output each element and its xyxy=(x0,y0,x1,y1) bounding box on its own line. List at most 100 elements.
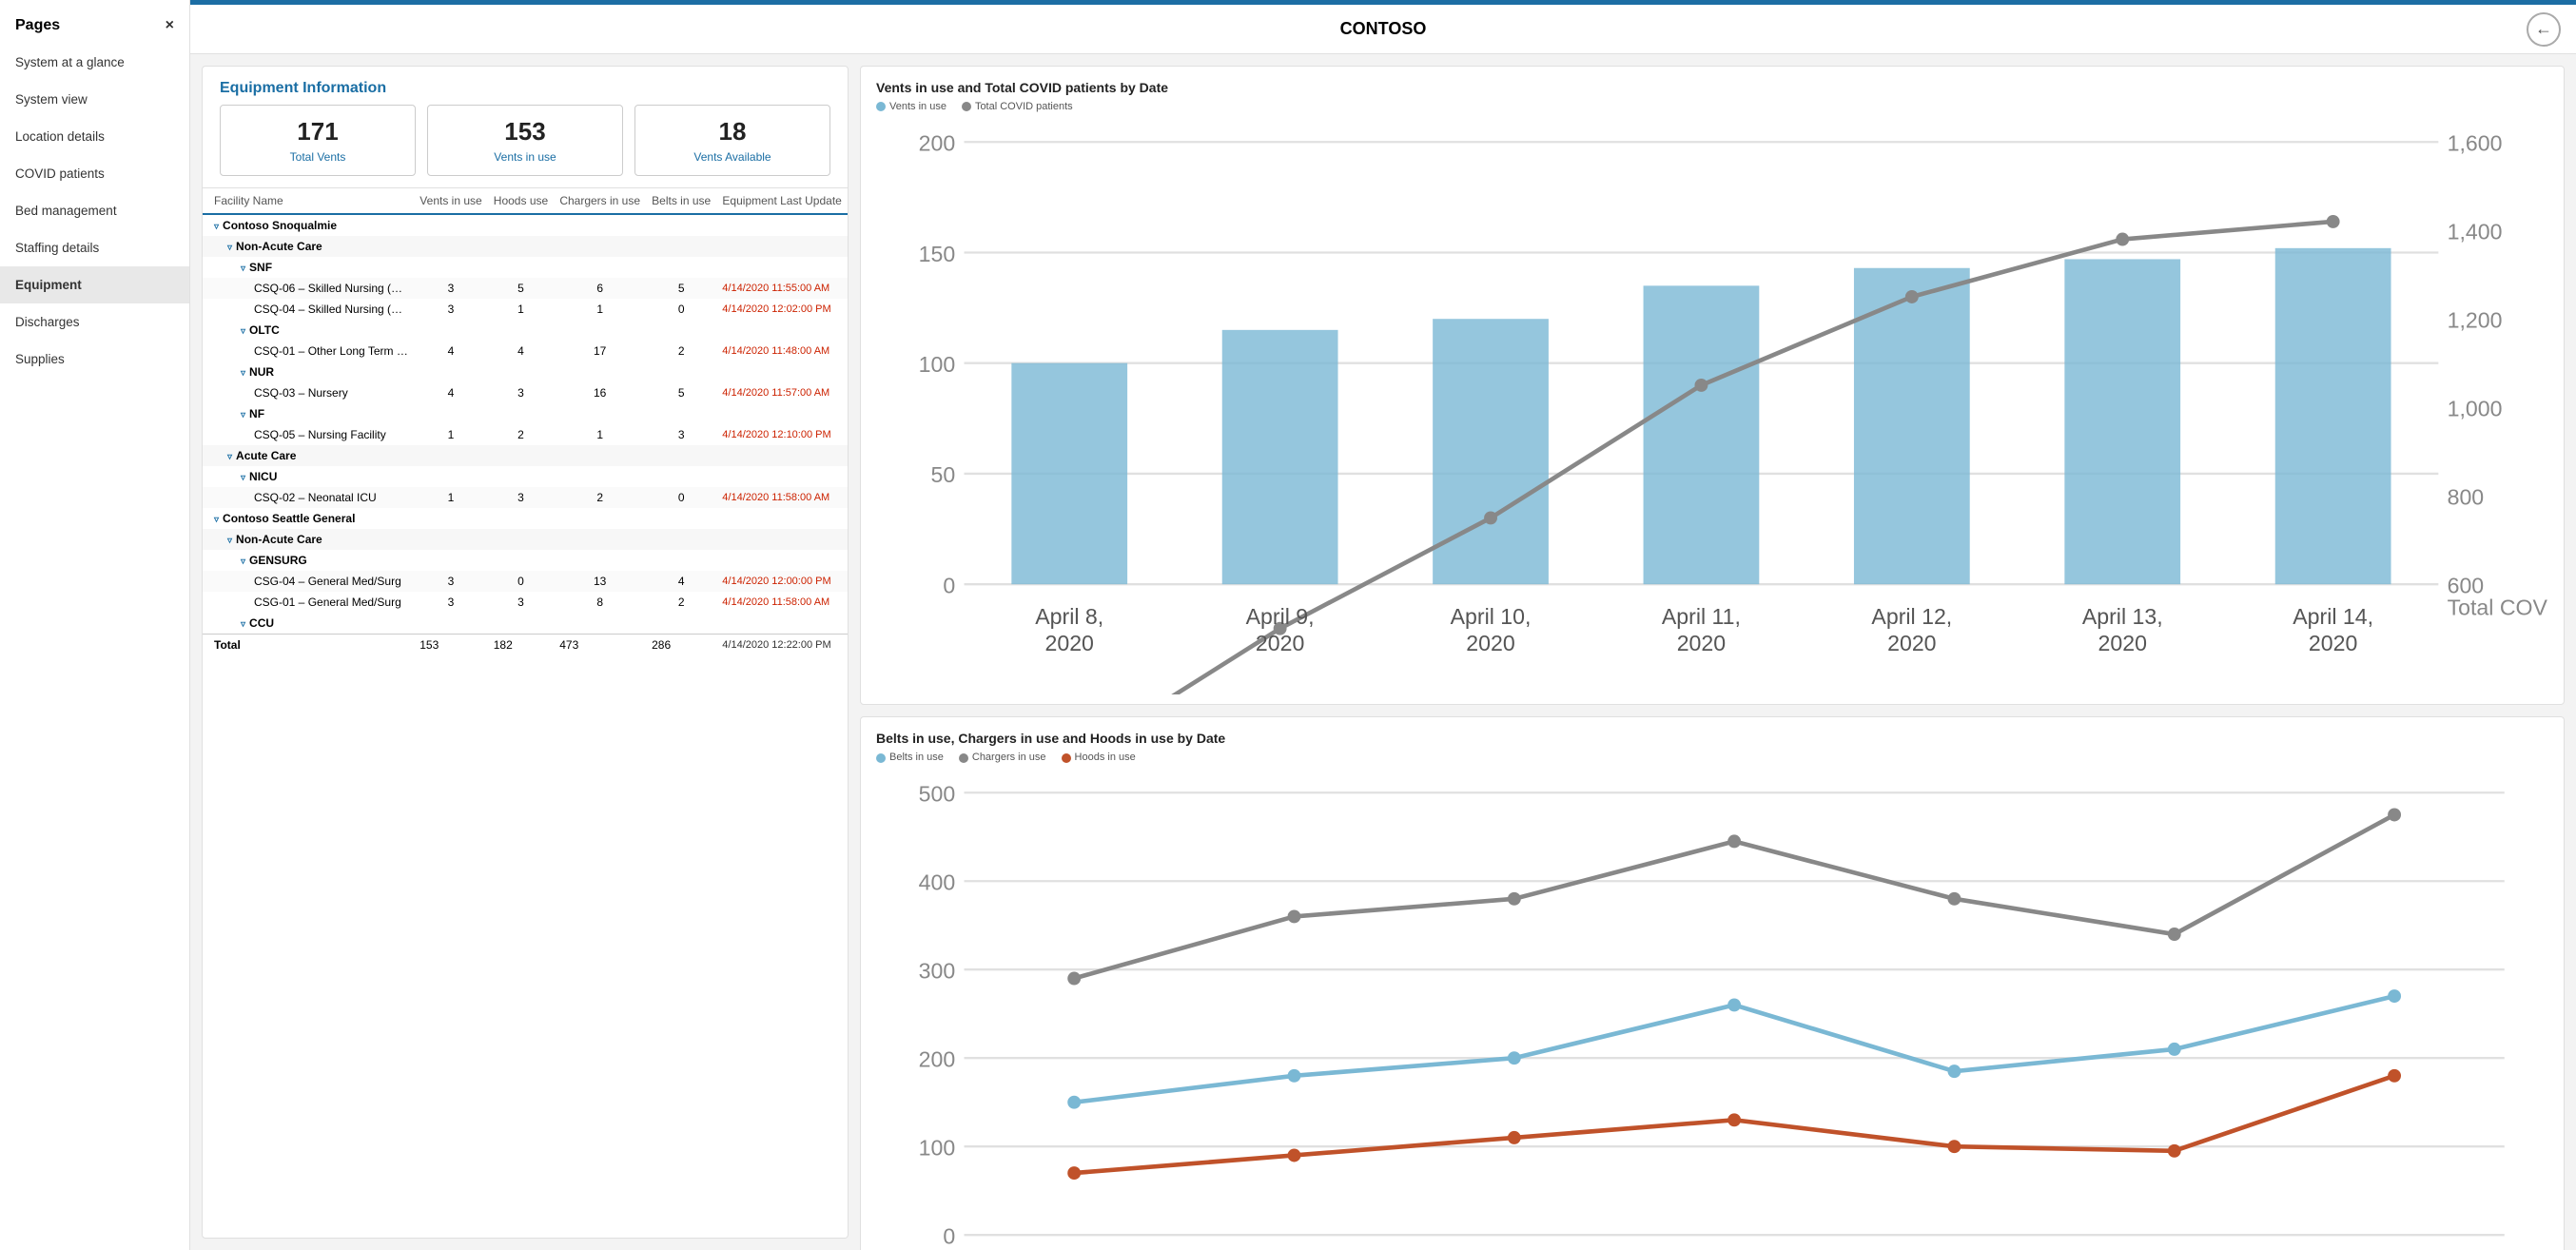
svg-text:2020: 2020 xyxy=(1045,631,1094,655)
table-row: ▿SNF xyxy=(203,257,848,278)
table-row: CSQ-03 – Nursery 4 3 16 5 4/14/2020 11:5… xyxy=(203,382,848,403)
expand-icon[interactable]: ▿ xyxy=(241,473,245,483)
sidebar-close-button[interactable]: × xyxy=(166,17,174,34)
expand-icon[interactable]: ▿ xyxy=(241,368,245,379)
table-header: Chargers in use xyxy=(554,188,646,214)
table-header: Belts in use xyxy=(646,188,716,214)
chart2-legend: Belts in use Chargers in use Hoods in use xyxy=(876,752,2548,763)
table-row: CSG-04 – General Med/Surg 3 0 13 4 4/14/… xyxy=(203,571,848,592)
back-button[interactable]: ← xyxy=(2527,12,2561,47)
sidebar-item[interactable]: COVID patients xyxy=(0,155,189,192)
content-area: Equipment Information 171Total Vents153V… xyxy=(190,54,2576,1250)
table-header: Vents in use xyxy=(414,188,488,214)
sidebar-title: Pages xyxy=(15,17,60,34)
kpi-box: 18 Vents Available xyxy=(634,105,830,176)
equipment-panel: Equipment Information 171Total Vents153V… xyxy=(202,66,849,1239)
table-row: ▿OLTC xyxy=(203,320,848,341)
table-header: Hoods use xyxy=(488,188,554,214)
svg-text:800: 800 xyxy=(2448,484,2485,509)
expand-icon[interactable]: ▿ xyxy=(214,515,219,525)
svg-text:April 9,: April 9, xyxy=(1246,604,1315,629)
expand-icon[interactable]: ▿ xyxy=(227,452,232,462)
expand-icon[interactable]: ▿ xyxy=(241,264,245,274)
expand-icon[interactable]: ▿ xyxy=(241,326,245,337)
svg-text:100: 100 xyxy=(919,352,956,377)
kpi-row: 171 Total Vents 153Vents in use 18 Vents Ava… xyxy=(203,105,848,187)
charts-panel: Vents in use and Total COVID patients by… xyxy=(860,66,2565,1239)
svg-text:200: 200 xyxy=(919,130,956,155)
expand-icon[interactable]: ▿ xyxy=(241,557,245,567)
expand-icon[interactable]: ▿ xyxy=(227,536,232,546)
main-panel: CONTOSO ← Equipment Information 171 Total… xyxy=(190,0,2576,1250)
svg-text:1,200: 1,200 xyxy=(2448,307,2503,332)
equipment-table-container[interactable]: Facility NameVents in useHoods useCharge… xyxy=(203,187,848,1238)
svg-text:2020: 2020 xyxy=(1466,631,1514,655)
sidebar-item[interactable]: Supplies xyxy=(0,341,189,378)
kpi-label: Total Vents xyxy=(228,150,407,164)
legend-item: Belts in use xyxy=(876,752,944,763)
sidebar-item[interactable]: System at a glance xyxy=(0,44,189,81)
table-header: Facility Name xyxy=(203,188,414,214)
svg-text:600: 600 xyxy=(2448,573,2485,597)
table-row: ▿GENSURG xyxy=(203,550,848,571)
sidebar-item[interactable]: System view xyxy=(0,81,189,118)
sidebar-item[interactable]: Discharges xyxy=(0,303,189,341)
legend-dot xyxy=(876,102,886,111)
expand-icon[interactable]: ▿ xyxy=(241,619,245,630)
chart2-area: 0100200300400500April 8,2020April 9,2020… xyxy=(876,771,2548,1250)
legend-dot xyxy=(959,753,968,763)
svg-text:April 8,: April 8, xyxy=(1035,604,1103,629)
svg-text:0: 0 xyxy=(943,1224,955,1249)
table-row: ▿NICU xyxy=(203,466,848,487)
svg-text:150: 150 xyxy=(919,242,956,266)
table-row: CSQ-02 – Neonatal ICU 1 3 2 0 4/14/2020 … xyxy=(203,487,848,508)
sidebar-item[interactable]: Location details xyxy=(0,118,189,155)
kpi-box: 153Vents in use xyxy=(427,105,623,176)
kpi-value: 18 xyxy=(643,117,822,146)
table-header: Equipment Last Update xyxy=(716,188,848,214)
table-row: ▿NUR xyxy=(203,361,848,382)
svg-text:April 13,: April 13, xyxy=(2082,604,2163,629)
sidebar-item[interactable]: Equipment xyxy=(0,266,189,303)
table-row: ▿Acute Care xyxy=(203,445,848,466)
equipment-table: Facility NameVents in useHoods useCharge… xyxy=(203,188,848,655)
legend-item: Chargers in use xyxy=(959,752,1046,763)
sidebar-item[interactable]: Staffing details xyxy=(0,229,189,266)
svg-text:50: 50 xyxy=(931,462,956,487)
table-row: CSQ-05 – Nursing Facility 1 2 1 3 4/14/2… xyxy=(203,424,848,445)
expand-icon[interactable]: ▿ xyxy=(241,410,245,420)
chart1-card: Vents in use and Total COVID patients by… xyxy=(860,66,2565,705)
svg-text:2020: 2020 xyxy=(1256,631,1304,655)
equipment-section-title: Equipment Information xyxy=(203,67,848,105)
legend-dot xyxy=(962,102,971,111)
kpi-value: 153 xyxy=(436,117,615,146)
topbar-title: CONTOSO xyxy=(213,19,2553,39)
svg-text:2020: 2020 xyxy=(1887,631,1936,655)
topbar: CONTOSO ← xyxy=(190,5,2576,54)
svg-text:Total COVID patients: Total COVID patients xyxy=(2448,596,2548,620)
svg-text:400: 400 xyxy=(919,870,956,895)
chart1-legend: Vents in useTotal COVID patients xyxy=(876,101,2548,112)
svg-text:500: 500 xyxy=(919,782,956,807)
table-row: CSQ-06 – Skilled Nursing (… 3 5 6 5 4/14… xyxy=(203,278,848,299)
table-total-row: Total 153 182 473 286 4/14/2020 12:22:00… xyxy=(203,635,848,656)
chart2-card: Belts in use, Chargers in use and Hoods … xyxy=(860,716,2565,1250)
table-row: CSQ-01 – Other Long Term … 4 4 17 2 4/14… xyxy=(203,341,848,361)
kpi-value: 171 xyxy=(228,117,407,146)
legend-item: Vents in use xyxy=(876,101,946,112)
legend-dot xyxy=(1062,753,1071,763)
svg-text:2020: 2020 xyxy=(1677,631,1726,655)
legend-item: Hoods in use xyxy=(1062,752,1136,763)
svg-text:April 11,: April 11, xyxy=(1662,604,1741,629)
table-row: ▿Contoso Snoqualmie xyxy=(203,214,848,236)
expand-icon[interactable]: ▿ xyxy=(214,222,219,232)
sidebar: Pages × System at a glanceSystem viewLoc… xyxy=(0,0,190,1250)
table-row: ▿CCU xyxy=(203,613,848,635)
table-row: ▿NF xyxy=(203,403,848,424)
sidebar-item[interactable]: Bed management xyxy=(0,192,189,229)
table-row: ▿Non-Acute Care xyxy=(203,236,848,257)
kpi-label: Vents Available xyxy=(643,150,822,164)
kpi-box: 171 Total Vents xyxy=(220,105,416,176)
svg-text:0: 0 xyxy=(943,573,955,597)
expand-icon[interactable]: ▿ xyxy=(227,243,232,253)
